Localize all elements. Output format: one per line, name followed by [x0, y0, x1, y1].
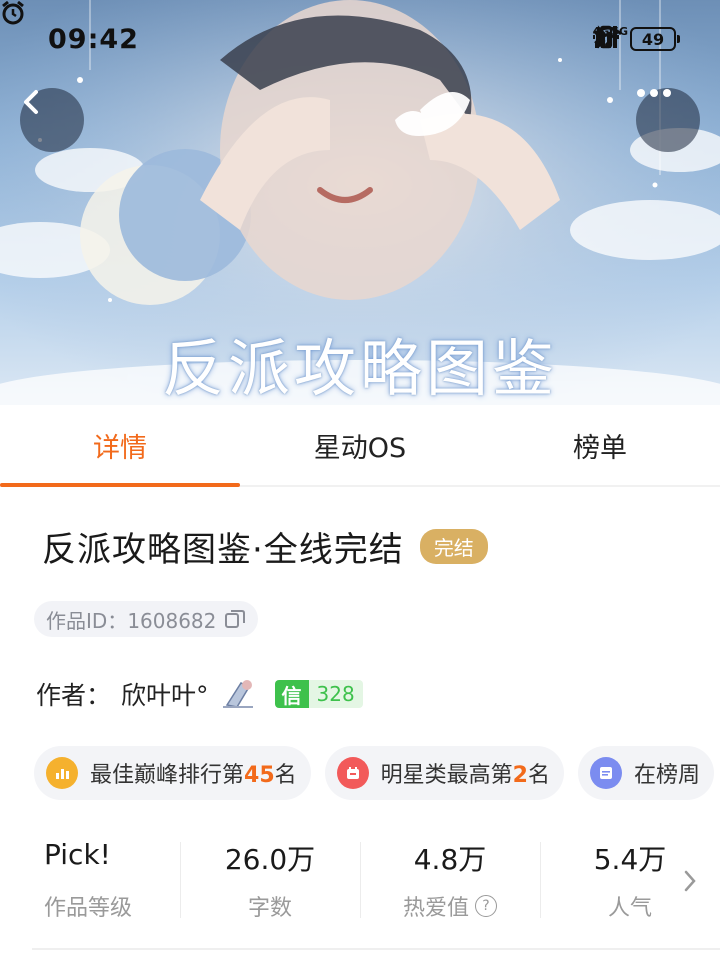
calendar-icon: [336, 757, 369, 789]
signal-icon: [594, 26, 617, 48]
trust-badge: 信 328: [274, 680, 363, 708]
rank-chip-text: 明星类最高第2名: [381, 757, 550, 789]
back-button[interactable]: [20, 88, 84, 152]
chip-number: 45: [244, 763, 275, 788]
stat-label: 人气: [608, 890, 652, 922]
stat-label-text: 作品等级: [44, 896, 133, 921]
status-bar: 09:42 4G 5G 49: [0, 0, 720, 80]
work-title: 反派攻略图鉴·全线完结: [42, 530, 404, 570]
status-badge: 完结: [419, 529, 488, 564]
stat-value: Pick!: [44, 838, 111, 871]
chip-prefix: 最佳巅峰排行第: [90, 763, 245, 788]
rank-chip-text: 最佳巅峰排行第45名: [90, 757, 297, 789]
author-label: 作者：: [36, 681, 112, 710]
chip-suffix: 名: [527, 763, 550, 788]
trust-badge-value: 328: [308, 680, 363, 708]
help-icon[interactable]: ?: [475, 895, 497, 917]
work-id-text: 作品ID：1608682: [46, 605, 216, 634]
author-avatar-icon[interactable]: [219, 677, 259, 711]
stat-label: 字数: [248, 890, 292, 922]
list-icon: [590, 757, 622, 789]
bar-chart-icon: [46, 757, 78, 789]
tab-details[interactable]: 详情: [0, 405, 240, 487]
stat-word-count: 26.0万 字数: [180, 838, 360, 922]
stat-label: 作品等级: [44, 890, 132, 922]
stat-value: 26.0万: [224, 843, 316, 876]
chip-prefix: 在榜周: [634, 763, 701, 788]
author-name[interactable]: 欣叶叶°: [121, 676, 209, 712]
trust-badge-key: 信: [274, 680, 309, 708]
rank-chip-star-category[interactable]: 明星类最高第2名: [324, 746, 564, 800]
rank-chip-text: 在榜周: [634, 757, 700, 789]
tab-bar: 详情 星动OS 榜单: [0, 405, 720, 487]
stat-label-text: 字数: [247, 896, 292, 921]
stat-love-value: 4.8万 热爱值?: [360, 838, 540, 922]
tab-ranking[interactable]: 榜单: [480, 405, 720, 485]
stat-label-text: 人气: [607, 896, 652, 921]
work-id-pill[interactable]: 作品ID：1608682: [34, 601, 259, 637]
battery-indicator: 49: [630, 27, 680, 51]
cover-banner: 反派攻略图鉴 09:42 4G 5G 49: [0, 0, 720, 405]
more-button[interactable]: [636, 88, 700, 152]
alarm-icon: [2, 0, 24, 25]
stat-label-text: 热爱值: [402, 896, 469, 921]
rank-chips: 最佳巅峰排行第45名 明星类最高第2名 在榜周: [34, 746, 715, 800]
stat-value: 5.4万: [593, 843, 667, 876]
author-row: 作者： 欣叶叶° 信 328: [36, 676, 363, 712]
stat-level: Pick! 作品等级: [0, 838, 180, 922]
rank-chip-peak[interactable]: 最佳巅峰排行第45名: [34, 746, 311, 800]
status-time: 09:42: [48, 24, 139, 55]
more-dots-icon: [637, 89, 671, 97]
divider: [32, 948, 720, 950]
chip-number: 2: [512, 763, 528, 788]
status-icons: 4G 5G 49: [592, 24, 680, 54]
stat-label: 热爱值?: [403, 890, 497, 922]
cover-title-art: 反派攻略图鉴: [161, 332, 558, 405]
rank-chip-weeks-on-list[interactable]: 在榜周: [578, 746, 715, 800]
chevron-right-icon[interactable]: [682, 868, 698, 894]
work-id-value: 1608682: [127, 608, 217, 633]
stats-row[interactable]: Pick! 作品等级 26.0万 字数 4.8万 热爱值? 5.4万 人气: [0, 838, 720, 922]
work-id-label: 作品ID：: [46, 608, 128, 633]
copy-icon[interactable]: [224, 608, 246, 630]
chip-suffix: 名: [274, 763, 297, 788]
stat-value: 4.8万: [413, 843, 487, 876]
title-row: 反派攻略图鉴·全线完结 完结: [42, 522, 488, 571]
chevron-left-icon: [24, 90, 38, 114]
tab-star-os[interactable]: 星动OS: [240, 405, 480, 485]
chip-prefix: 明星类最高第: [380, 763, 513, 788]
